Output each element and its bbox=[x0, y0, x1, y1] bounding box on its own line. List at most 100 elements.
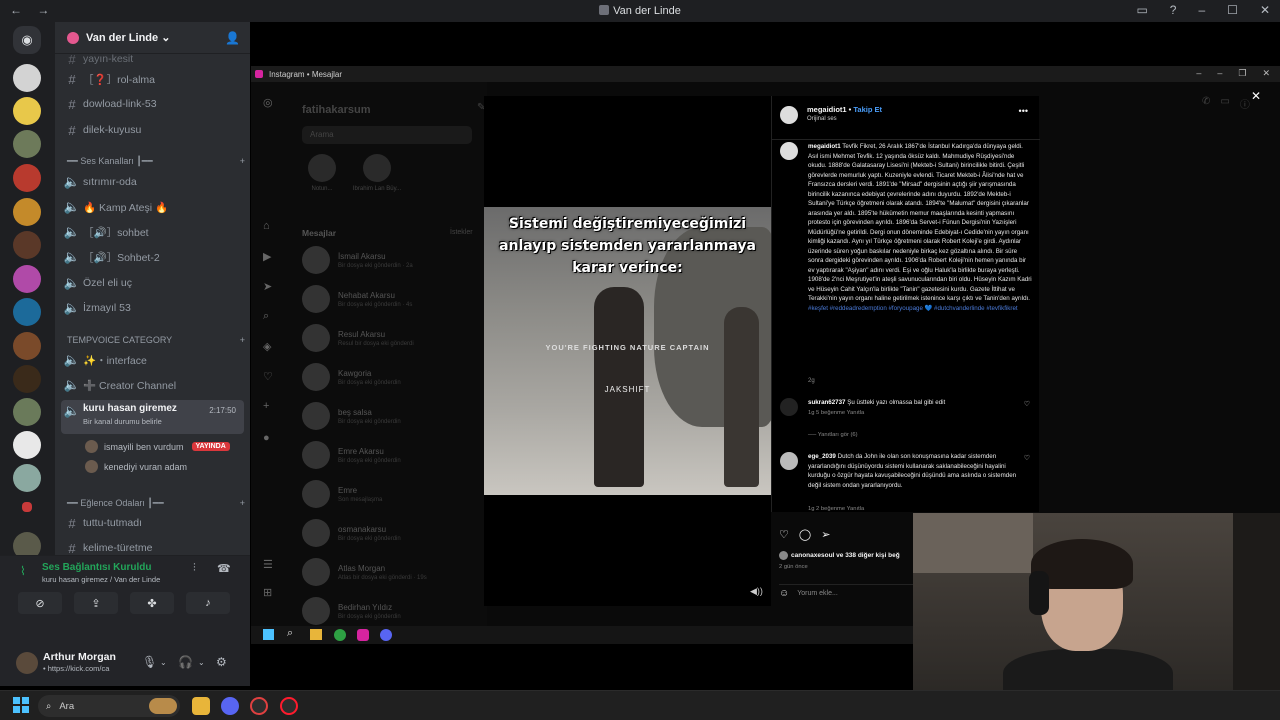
voice-status-title[interactable]: Ses Bağlantısı Kuruldu bbox=[42, 562, 151, 573]
category-fun[interactable]: ━━ Eğlence Odaları ┃━━ + bbox=[67, 498, 245, 509]
voice-channel[interactable]: 🔈 ［🔊］Sohbet-2 bbox=[61, 246, 244, 268]
server-icon[interactable] bbox=[13, 231, 41, 259]
screen-share-button[interactable]: ⇪ bbox=[74, 592, 118, 614]
emoji-icon[interactable]: ☺ bbox=[779, 588, 789, 599]
server-icon[interactable] bbox=[13, 464, 41, 492]
windows-start-icon[interactable] bbox=[13, 697, 29, 713]
microphone-icon[interactable]: 🎙 bbox=[142, 655, 157, 669]
text-channel[interactable]: # tuttu-tutmadı bbox=[61, 512, 244, 534]
voice-channel[interactable]: 🔈 Özel eli uç bbox=[61, 272, 244, 294]
thread-item[interactable]: Bedirhan Yıldız Bir dosya eki gönderdin bbox=[302, 596, 401, 626]
meta-icon[interactable]: ⊞ bbox=[263, 586, 272, 599]
comment-meta[interactable]: 1g 5 beğenme Yanıtla bbox=[808, 410, 864, 416]
settings-gear-icon[interactable]: ⚙ bbox=[216, 655, 227, 669]
caption-author[interactable]: megaidiot1 bbox=[808, 143, 841, 150]
voice-user[interactable]: kenediyi vuran adam bbox=[85, 460, 187, 473]
thread-item[interactable]: osmanakarsu Bir dosya eki gönderdin bbox=[302, 518, 401, 548]
home-icon[interactable]: ⌂ bbox=[263, 220, 270, 232]
thread-item[interactable]: Emre Akarsu Bir dosya eki gönderdin bbox=[302, 440, 401, 470]
folder-icon[interactable] bbox=[22, 502, 32, 512]
voice-status-sub[interactable]: kuru hasan giremez / Van der Linde bbox=[42, 575, 160, 584]
file-explorer-icon[interactable] bbox=[192, 697, 210, 715]
app-icon[interactable] bbox=[250, 697, 268, 715]
voice-channel[interactable]: 🔈 sıtrımır-oda bbox=[61, 171, 244, 193]
headphones-icon[interactable]: 🎧 bbox=[178, 655, 193, 669]
add-channel-icon[interactable]: + bbox=[240, 156, 245, 167]
opera-icon[interactable] bbox=[280, 697, 298, 715]
minimize-button[interactable]: – bbox=[1198, 3, 1205, 17]
author-name[interactable]: megaidiot1 bbox=[807, 105, 847, 114]
text-channel[interactable]: # dowload-link-53 bbox=[61, 93, 244, 115]
add-channel-icon[interactable]: + bbox=[240, 498, 245, 509]
explore-icon[interactable]: ◈ bbox=[263, 340, 271, 353]
noise-suppression-icon[interactable]: ⫶ bbox=[193, 562, 196, 575]
comment-icon[interactable]: ◯ bbox=[799, 528, 811, 541]
maximize-button[interactable]: ❐ bbox=[1238, 68, 1246, 79]
close-button[interactable]: ✕ bbox=[1260, 3, 1270, 17]
thread-item[interactable]: Kawgoria Bir dosya eki gönderdin bbox=[302, 362, 401, 392]
thread-item[interactable]: beş salsa Bir dosya eki gönderdin bbox=[302, 401, 401, 431]
comment-meta[interactable]: 1g 2 beğenme Yanıtla bbox=[808, 506, 864, 512]
info-icon[interactable]: ⓘ bbox=[1240, 96, 1250, 111]
create-icon[interactable]: + bbox=[263, 400, 269, 412]
phone-icon[interactable]: ✆ bbox=[1202, 96, 1210, 111]
mute-icon[interactable]: ◀)) bbox=[750, 586, 763, 597]
instagram-icon[interactable]: ◎ bbox=[263, 96, 273, 109]
voice-user[interactable]: ismayili ben vurdum YAYINDA bbox=[85, 440, 230, 453]
invite-icon[interactable]: 👤 bbox=[225, 31, 240, 45]
server-icon[interactable] bbox=[13, 332, 41, 360]
server-icon[interactable] bbox=[13, 97, 41, 125]
thread-item[interactable]: İsmail Akarsu Bir dosya eki gönderdin · 2… bbox=[302, 245, 413, 275]
text-channel[interactable]: # dilek-kuyusu bbox=[61, 119, 244, 141]
follow-button[interactable]: Takip Et bbox=[853, 105, 882, 114]
hashtags[interactable]: #keşfet #reddeadredemption #foryoupage 💙… bbox=[808, 305, 1018, 312]
chevron-down-icon[interactable]: ⌄ bbox=[160, 658, 167, 667]
camera-off-button[interactable]: ⊘ bbox=[18, 592, 62, 614]
likes-summary[interactable]: canonaxesoul ve 338 diğer kişi beğ bbox=[779, 551, 900, 560]
voice-channel[interactable]: 🔈 ［🔊］sohbet bbox=[61, 221, 244, 243]
server-icon[interactable] bbox=[13, 298, 41, 326]
chevron-down-icon[interactable]: ⌄ bbox=[198, 658, 205, 667]
audio-label[interactable]: Orijinal ses bbox=[807, 116, 837, 122]
requests-link[interactable]: İstekler bbox=[450, 229, 473, 236]
user-avatar[interactable] bbox=[16, 652, 38, 674]
reels-icon[interactable]: ▶ bbox=[263, 250, 271, 263]
search-input[interactable]: Arama bbox=[302, 126, 472, 144]
thread-item[interactable]: Nehabat Akarsu Bir dosya eki gönderdin · … bbox=[302, 284, 412, 314]
active-voice-channel[interactable]: 🔈 kuru hasan giremez Bir kanal durumu be… bbox=[61, 400, 244, 434]
inbox-icon[interactable]: ▭ bbox=[1136, 3, 1147, 17]
server-header[interactable]: Van der Linde ⌄ 👤 bbox=[55, 22, 250, 54]
soundboard-button[interactable]: ♪ bbox=[186, 592, 230, 614]
server-icon[interactable] bbox=[13, 164, 41, 192]
comment-author[interactable]: sukran62737 bbox=[808, 399, 846, 406]
search-icon[interactable]: ⌕ bbox=[263, 310, 269, 323]
comment-author[interactable]: ege_2039 bbox=[808, 453, 836, 460]
account-name[interactable]: fatihakarsum bbox=[302, 104, 370, 116]
server-icon[interactable] bbox=[13, 431, 41, 459]
thread-item[interactable]: Emre Son mesajlaşma bbox=[302, 479, 382, 509]
avatar[interactable] bbox=[780, 452, 798, 470]
video-icon[interactable]: ▭ bbox=[1220, 96, 1229, 111]
heart-icon[interactable]: ♡ bbox=[1024, 454, 1030, 462]
like-heart-icon[interactable]: ♡ bbox=[779, 528, 789, 541]
text-channel[interactable]: # ［❓］rol-alma bbox=[61, 68, 244, 90]
server-icon[interactable] bbox=[13, 130, 41, 158]
user-name[interactable]: Arthur Morgan bbox=[43, 651, 116, 663]
channel-status[interactable]: Bir kanal durumu belirle bbox=[83, 417, 177, 426]
voice-channel[interactable]: 🔈 ✨・interface bbox=[61, 349, 244, 371]
discord-icon[interactable] bbox=[221, 697, 239, 715]
author-avatar[interactable] bbox=[780, 106, 798, 124]
close-icon[interactable]: ✕ bbox=[1251, 89, 1261, 103]
close-button[interactable]: ✕ bbox=[1262, 68, 1270, 79]
avatar[interactable] bbox=[780, 398, 798, 416]
disconnect-icon[interactable]: ☎ bbox=[217, 562, 231, 575]
minimize-button[interactable]: – bbox=[1196, 68, 1201, 79]
share-icon[interactable]: ➢ bbox=[821, 528, 830, 541]
maximize-button[interactable]: ☐ bbox=[1227, 3, 1238, 17]
more-options-icon[interactable]: ••• bbox=[1019, 106, 1028, 116]
menu-icon[interactable]: ☰ bbox=[263, 558, 273, 571]
voice-channel[interactable]: 🔈 İzmayıl 53 bbox=[61, 297, 244, 319]
note-item[interactable]: Notun... bbox=[292, 154, 352, 192]
voice-channel[interactable]: 🔈 🔥 Kamp Ateşi 🔥 bbox=[61, 196, 244, 218]
server-icon[interactable] bbox=[13, 265, 41, 293]
